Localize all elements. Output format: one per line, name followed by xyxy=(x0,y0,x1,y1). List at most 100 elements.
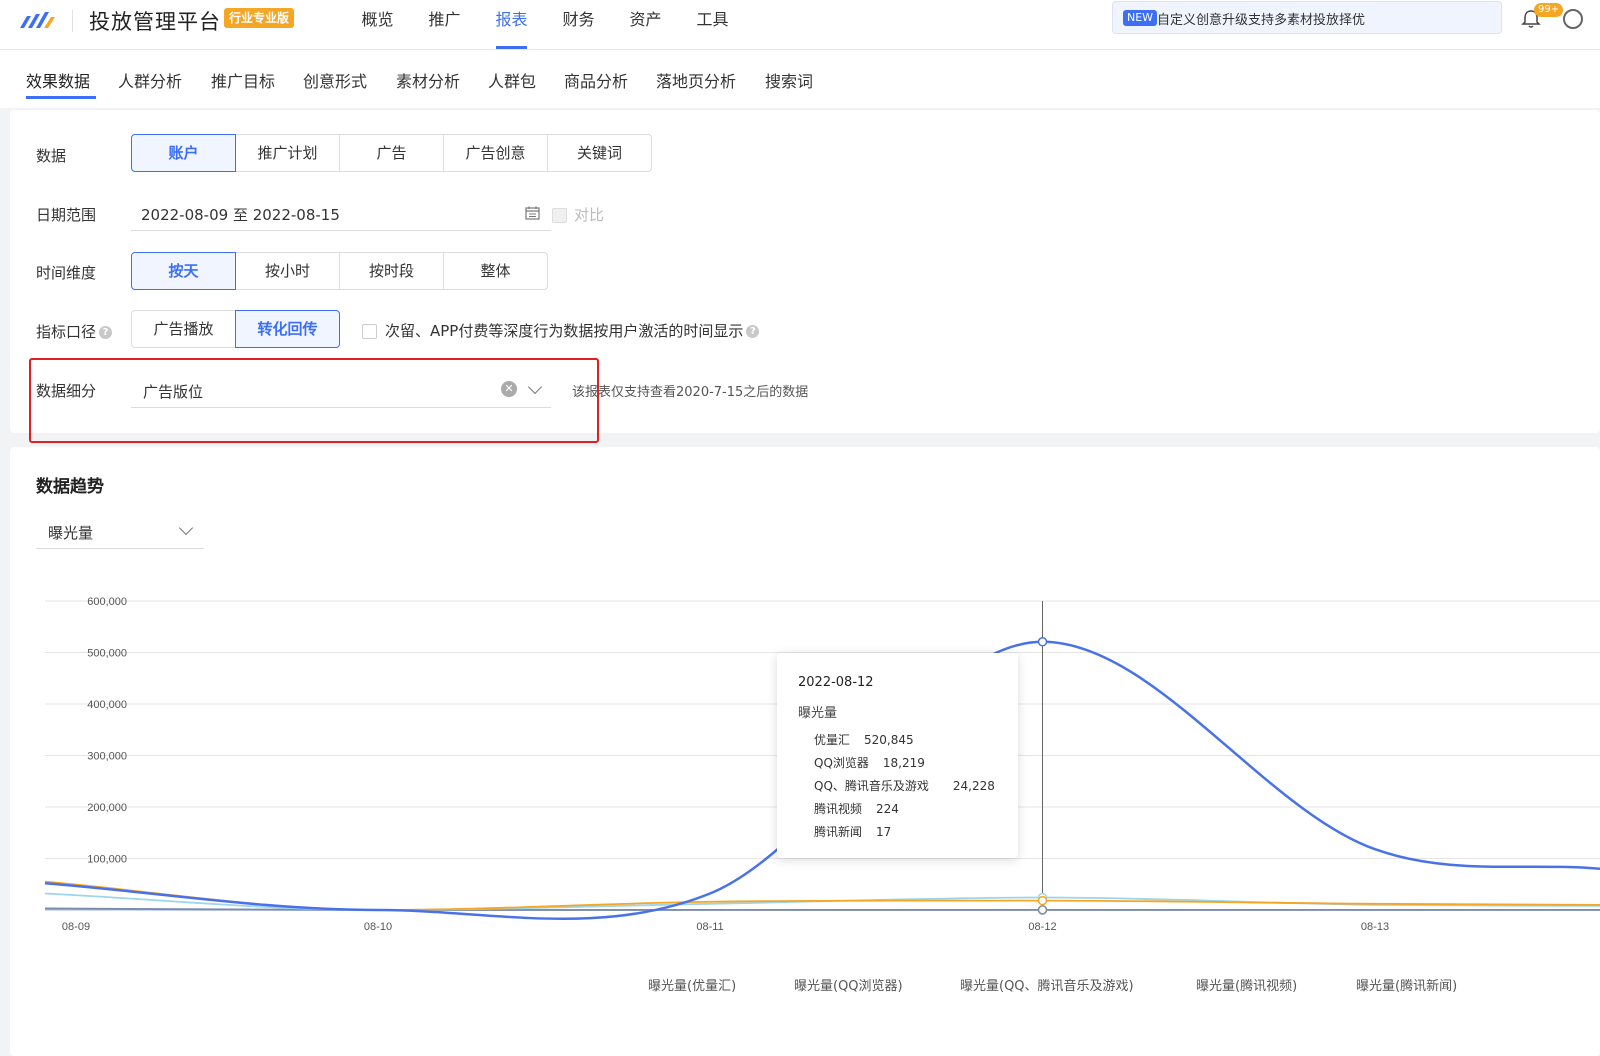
trend-title: 数据趋势 xyxy=(36,477,104,497)
y-tick-label: 200,000 xyxy=(87,802,127,814)
time-dim-period[interactable]: 按时段 xyxy=(339,252,444,290)
sub-tabs: 效果数据 人群分析 推广目标 创意形式 素材分析 人群包 商品分析 落地页分析 … xyxy=(0,50,1600,108)
tooltip-row: QQ浏览器 18,219 xyxy=(814,754,925,771)
series-line xyxy=(44,892,1600,911)
nav-finance[interactable]: 财务 xyxy=(545,0,612,50)
tooltip-row-value: 18,219 xyxy=(882,756,925,770)
deep-behavior-option[interactable]: 次留、APP付费等深度行为数据按用户激活的时间显示? xyxy=(362,320,760,341)
tab-effect-data[interactable]: 效果数据 xyxy=(26,68,90,92)
metric-select-value: 曝光量 xyxy=(48,524,94,542)
data-level-label: 数据 xyxy=(36,147,67,165)
x-tick-label: 08-12 xyxy=(1028,921,1056,933)
tooltip-row: 腾讯新闻 17 xyxy=(814,823,891,840)
question-icon[interactable]: ? xyxy=(746,325,760,338)
series-line xyxy=(44,907,1600,911)
y-tick-label: 300,000 xyxy=(87,751,127,763)
metric-scope-label-wrap: 指标口径? xyxy=(36,321,113,342)
compare-label: 对比 xyxy=(574,206,605,224)
tooltip-row: 腾讯视频 224 xyxy=(814,800,899,817)
main-nav: 概览 推广 报表 财务 资产 工具 xyxy=(344,0,746,50)
top-bar: 投放管理平台 行业专业版 概览 推广 报表 财务 资产 工具 NEW 自定义创意… xyxy=(0,0,1600,50)
y-tick-label: 600,000 xyxy=(87,596,127,608)
x-tick-label: 08-10 xyxy=(364,921,392,933)
data-level-account[interactable]: 账户 xyxy=(131,134,236,172)
tab-promotion-goal[interactable]: 推广目标 xyxy=(211,68,275,92)
tooltip-row: 优量汇 520,845 xyxy=(814,731,914,748)
tab-material-analysis[interactable]: 素材分析 xyxy=(396,68,460,92)
time-dim-hour[interactable]: 按小时 xyxy=(235,252,340,290)
nav-overview[interactable]: 概览 xyxy=(344,0,411,50)
metric-scope-conversion[interactable]: 转化回传 xyxy=(235,310,340,348)
tab-audience-analysis[interactable]: 人群分析 xyxy=(118,68,182,92)
breakdown-hint: 该报表仅支持查看2020-7-15之后的数据 xyxy=(572,385,809,400)
data-level-ad[interactable]: 广告 xyxy=(339,134,444,172)
tooltip-row-value: 520,845 xyxy=(864,733,914,747)
tooltip-row-value: 24,228 xyxy=(952,779,995,793)
deep-behavior-label: 次留、APP付费等深度行为数据按用户激活的时间显示 xyxy=(385,322,744,340)
notice-banner[interactable]: NEW 自定义创意升级支持多素材投放择优 xyxy=(1112,1,1502,34)
nav-promotion[interactable]: 推广 xyxy=(411,0,478,50)
data-level-keyword[interactable]: 关键词 xyxy=(547,134,652,172)
time-dimension-label: 时间维度 xyxy=(36,264,97,282)
notice-text[interactable]: 自定义创意升级支持多素材投放择优 xyxy=(1157,9,1365,28)
metric-select[interactable]: 曝光量 xyxy=(36,513,204,549)
time-dim-day[interactable]: 按天 xyxy=(131,252,236,290)
legend-item[interactable]: 曝光量(QQ浏览器) xyxy=(794,975,903,994)
legend-item[interactable]: 曝光量(QQ、腾讯音乐及游戏) xyxy=(960,975,1134,994)
nav-assets[interactable]: 资产 xyxy=(612,0,679,50)
nav-reports[interactable]: 报表 xyxy=(478,0,545,50)
edition-badge: 行业专业版 xyxy=(224,8,295,28)
tab-creative-format[interactable]: 创意形式 xyxy=(303,68,367,92)
new-badge: NEW xyxy=(1123,10,1158,26)
tooltip-row-name: 腾讯视频 xyxy=(814,802,863,816)
chart-legend: 曝光量(优量汇) 曝光量(QQ浏览器) 曝光量(QQ、腾讯音乐及游戏) 曝光量(… xyxy=(0,975,1600,995)
time-dimension-segmented: 按天 按小时 按时段 整体 xyxy=(131,252,548,290)
legend-item[interactable]: 曝光量(腾讯视频) xyxy=(1196,975,1297,994)
date-range-value: 2022-08-09 至 2022-08-15 xyxy=(141,206,340,224)
y-tick-label: 100,000 xyxy=(87,854,127,866)
tooltip-metric: 曝光量 xyxy=(798,706,838,721)
metric-scope-segmented: 广告播放 转化回传 xyxy=(131,310,340,348)
tooltip-date: 2022-08-12 xyxy=(798,675,874,690)
notification-count-badge: 99+ xyxy=(1534,3,1564,17)
chart-tooltip: 2022-08-12 曝光量 优量汇 520,845 QQ浏览器 18,219 QQ… xyxy=(777,653,1018,858)
calendar-icon[interactable] xyxy=(525,206,540,220)
data-level-creative[interactable]: 广告创意 xyxy=(443,134,548,172)
app-title: 投放管理平台 xyxy=(89,10,221,34)
active-tab-indicator xyxy=(26,96,96,99)
highlight-box xyxy=(29,358,599,443)
series-point xyxy=(1037,637,1048,647)
tab-search-terms[interactable]: 搜索词 xyxy=(765,68,813,92)
x-tick-label: 08-09 xyxy=(62,921,90,933)
compare-checkbox[interactable] xyxy=(552,208,567,223)
legend-item[interactable]: 曝光量(优量汇) xyxy=(648,975,736,994)
time-dim-overall[interactable]: 整体 xyxy=(443,252,548,290)
tab-audience-package[interactable]: 人群包 xyxy=(488,68,536,92)
tooltip-row-name: QQ、腾讯音乐及游戏 xyxy=(814,779,929,793)
deep-behavior-checkbox[interactable] xyxy=(362,324,377,339)
date-range-input[interactable]: 2022-08-09 至 2022-08-15 xyxy=(131,195,551,231)
user-avatar[interactable] xyxy=(1563,9,1583,29)
tab-product-analysis[interactable]: 商品分析 xyxy=(564,68,628,92)
question-icon[interactable]: ? xyxy=(99,326,113,339)
metric-scope-label: 指标口径 xyxy=(36,323,97,341)
tooltip-row-name: 优量汇 xyxy=(814,733,851,747)
tab-landing-page-analysis[interactable]: 落地页分析 xyxy=(656,68,736,92)
x-tick-label: 08-13 xyxy=(1361,921,1389,933)
data-level-segmented: 账户 推广计划 广告 广告创意 关键词 xyxy=(131,134,652,172)
compare-toggle[interactable]: 对比 xyxy=(552,204,604,225)
tooltip-row-value: 17 xyxy=(876,825,892,839)
data-level-plan[interactable]: 推广计划 xyxy=(235,134,340,172)
logo-icon[interactable] xyxy=(18,8,56,30)
x-tick-label: 08-11 xyxy=(696,921,723,933)
divider xyxy=(72,10,73,32)
series-point xyxy=(1037,905,1048,915)
date-range-label: 日期范围 xyxy=(36,206,97,224)
y-tick-label: 500,000 xyxy=(87,648,127,660)
series-point xyxy=(1037,895,1048,906)
tooltip-row: QQ、腾讯音乐及游戏 24,228 xyxy=(814,777,995,794)
nav-tools[interactable]: 工具 xyxy=(679,0,746,50)
metric-scope-ad-play[interactable]: 广告播放 xyxy=(131,310,236,348)
legend-item[interactable]: 曝光量(腾讯新闻) xyxy=(1356,975,1457,994)
tooltip-row-name: 腾讯新闻 xyxy=(814,825,863,839)
